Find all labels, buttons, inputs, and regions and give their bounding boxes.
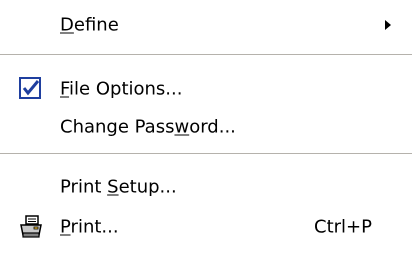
menu-item-print-setup[interactable]: Print Setup... [0,169,412,205]
menu-separator [0,54,412,58]
keyboard-shortcut: Ctrl+P [314,216,372,238]
submenu-arrow-icon [385,20,391,30]
menu-item-label: File Options... [60,78,183,100]
menu-item-label: Print Setup... [60,176,177,198]
menu-item-label: Print... [60,216,119,238]
printer-icon [20,215,42,238]
menu-separator [0,153,412,157]
menu-item-label: Change Password... [60,116,236,138]
menu-item-define[interactable]: Define [0,7,412,43]
menu-item-label: Define [60,14,119,36]
menu-item-change-password[interactable]: Change Password... [0,109,412,145]
context-menu: Define File Options... Change Password..… [0,0,412,254]
menu-item-file-options[interactable]: File Options... [0,71,412,107]
menu-item-print[interactable]: Print... Ctrl+P [0,209,412,245]
checkmark-icon [19,77,41,99]
